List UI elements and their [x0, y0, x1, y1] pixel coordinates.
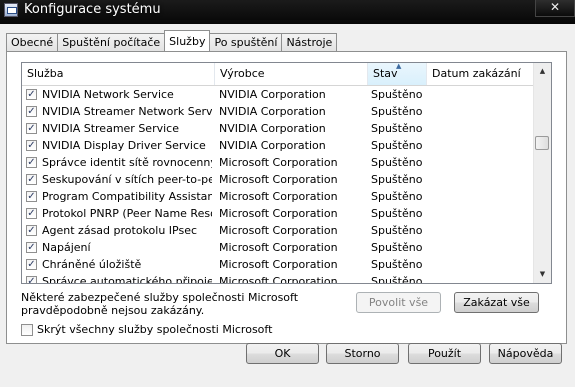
service-name: Agent zásad protokolu IPsec [42, 224, 198, 237]
service-status: Spuštěno [371, 156, 423, 169]
service-name: Správce identit sítě rovnocenný... [42, 156, 212, 169]
service-status: Spuštěno [371, 122, 423, 135]
tab-startup[interactable]: Po spuštění [209, 33, 283, 51]
window-title: Konfigurace systému [24, 2, 161, 17]
system-config-icon [4, 3, 18, 17]
service-name: NVIDIA Display Driver Service [42, 139, 206, 152]
scroll-down-button[interactable]: ▼ [534, 266, 551, 283]
service-vendor: NVIDIA Corporation [219, 105, 326, 118]
service-status: Spuštěno [371, 173, 423, 186]
service-row[interactable]: ✓ Chráněné úložiště Microsoft Corporation S… [22, 256, 535, 273]
title-bar[interactable]: Konfigurace systému ✕ [0, 0, 575, 22]
service-vendor: Microsoft Corporation [219, 173, 338, 186]
service-vendor: NVIDIA Corporation [219, 139, 326, 152]
service-name: Chráněné úložiště [42, 258, 142, 271]
service-checkbox[interactable]: ✓ [26, 225, 37, 236]
vertical-scrollbar[interactable]: ▲ ▼ [533, 63, 551, 283]
tab-strip: Obecné Spuštění počítače Služby Po spušt… [6, 30, 338, 51]
service-checkbox[interactable]: ✓ [26, 259, 37, 270]
tab-services[interactable]: Služby [164, 30, 211, 51]
service-status: Spuštěno [371, 275, 423, 284]
service-name: NVIDIA Network Service [42, 88, 174, 101]
service-checkbox[interactable]: ✓ [26, 157, 37, 168]
service-status: Spuštěno [371, 88, 423, 101]
service-vendor: Microsoft Corporation [219, 190, 338, 203]
service-vendor: NVIDIA Corporation [219, 122, 326, 135]
service-status: Spuštěno [371, 224, 423, 237]
service-status: Spuštěno [371, 258, 423, 271]
disable-all-button[interactable]: Zakázat vše [454, 292, 539, 313]
service-row[interactable]: ✓ NVIDIA Streamer Network Service NVIDIA C… [22, 103, 535, 120]
service-row[interactable]: ✓ NVIDIA Display Driver Service NVIDIA Cor… [22, 137, 535, 154]
list-header: Služba Výrobce ▲ Stav Datum zakázání [22, 63, 535, 86]
service-name: Program Compatibility Assistant ... [42, 190, 212, 203]
system-configuration-window: Konfigurace systému ✕ Obecné Spuštění po… [0, 0, 575, 387]
apply-button[interactable]: Použít [408, 343, 481, 364]
service-checkbox[interactable]: ✓ [26, 89, 37, 100]
column-header-service[interactable]: Služba [22, 63, 215, 85]
service-checkbox[interactable]: ✓ [26, 106, 37, 117]
service-vendor: Microsoft Corporation [219, 241, 338, 254]
service-row[interactable]: ✓ NVIDIA Streamer Service NVIDIA Corporati… [22, 120, 535, 137]
service-checkbox[interactable]: ✓ [26, 174, 37, 185]
hide-microsoft-services-box[interactable] [21, 324, 33, 336]
service-status: Spuštěno [371, 207, 423, 220]
service-name: NVIDIA Streamer Service [42, 122, 179, 135]
cancel-button[interactable]: Storno [326, 343, 399, 364]
service-checkbox[interactable]: ✓ [26, 140, 37, 151]
service-row[interactable]: ✓ NVIDIA Network Service NVIDIA Corporatio… [22, 86, 535, 103]
service-vendor: Microsoft Corporation [219, 156, 338, 169]
service-row[interactable]: ✓ Napájení Microsoft Corporation Spuštěno [22, 239, 535, 256]
services-list[interactable]: Služba Výrobce ▲ Stav Datum zakázání ✓ NV… [21, 62, 552, 284]
service-checkbox[interactable]: ✓ [26, 242, 37, 253]
service-name: NVIDIA Streamer Network Service [42, 105, 212, 118]
close-button[interactable]: ✕ [535, 0, 575, 17]
service-name: Správce automatického připojení... [42, 275, 212, 284]
service-status: Spuštěno [371, 139, 423, 152]
service-row[interactable]: ✓ Agent zásad protokolu IPsec Microsoft Co… [22, 222, 535, 239]
service-vendor: Microsoft Corporation [219, 207, 338, 220]
service-status: Spuštěno [371, 241, 423, 254]
dialog-body: Obecné Spuštění počítače Služby Po spušt… [0, 24, 575, 387]
column-header-status-label: Stav [373, 67, 398, 80]
ok-button[interactable]: OK [246, 343, 319, 364]
service-row[interactable]: ✓ Správce automatického připojení... Micro… [22, 273, 535, 284]
microsoft-services-note: Některé zabezpečené služby společnosti M… [21, 291, 299, 317]
tab-general[interactable]: Obecné [6, 33, 59, 51]
service-checkbox[interactable]: ✓ [26, 276, 37, 283]
scroll-up-button[interactable]: ▲ [534, 63, 551, 80]
column-header-disabled-date[interactable]: Datum zakázání [427, 63, 535, 85]
service-vendor: Microsoft Corporation [219, 224, 338, 237]
service-checkbox[interactable]: ✓ [26, 208, 37, 219]
tab-tools[interactable]: Nástroje [281, 33, 338, 51]
service-vendor: Microsoft Corporation [219, 258, 338, 271]
tab-boot[interactable]: Spuštění počítače [57, 33, 166, 51]
services-panel: Služba Výrobce ▲ Stav Datum zakázání ✓ NV… [6, 51, 567, 344]
service-name: Napájení [42, 241, 91, 254]
hide-microsoft-services-label: Skrýt všechny služby společnosti Microso… [37, 323, 273, 336]
service-checkbox[interactable]: ✓ [26, 123, 37, 134]
enable-all-button[interactable]: Povolit vše [356, 292, 441, 313]
column-header-vendor[interactable]: Výrobce [215, 63, 368, 85]
service-row[interactable]: ✓ Protokol PNRP (Peer Name Resol... Micros… [22, 205, 535, 222]
service-row[interactable]: ✓ Správce identit sítě rovnocenný... Micro… [22, 154, 535, 171]
service-vendor: NVIDIA Corporation [219, 88, 326, 101]
sort-ascending-icon: ▲ [396, 62, 402, 70]
help-button[interactable]: Nápověda [489, 343, 562, 364]
service-status: Spuštěno [371, 105, 423, 118]
column-header-status[interactable]: ▲ Stav [368, 63, 427, 85]
service-row[interactable]: ✓ Program Compatibility Assistant ... Micr… [22, 188, 535, 205]
service-vendor: Microsoft Corporation [219, 275, 338, 284]
service-name: Protokol PNRP (Peer Name Resol... [42, 207, 212, 220]
scroll-thumb[interactable] [535, 136, 549, 150]
service-checkbox[interactable]: ✓ [26, 191, 37, 202]
service-status: Spuštěno [371, 190, 423, 203]
service-name: Seskupování v sítích peer-to-peer [42, 173, 212, 186]
services-rows: ✓ NVIDIA Network Service NVIDIA Corporatio… [22, 86, 535, 284]
service-row[interactable]: ✓ Seskupování v sítích peer-to-peer Micros… [22, 171, 535, 188]
